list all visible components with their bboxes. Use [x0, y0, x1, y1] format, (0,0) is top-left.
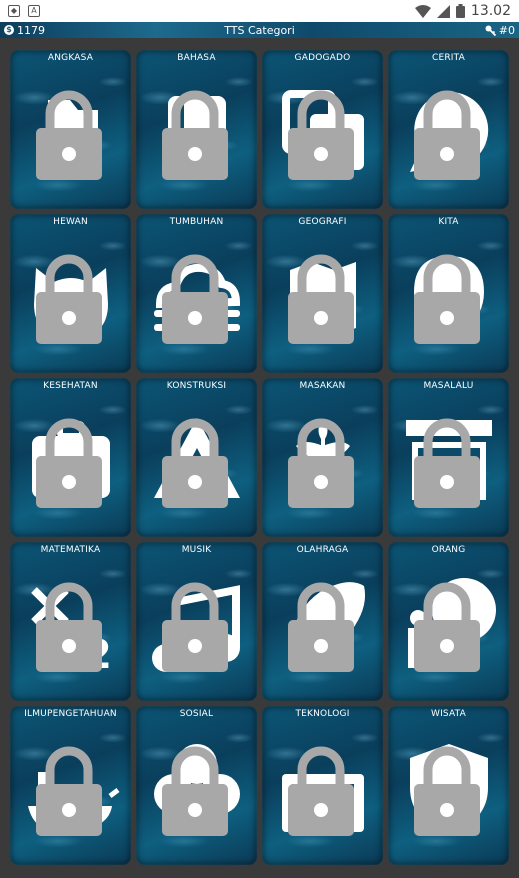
category-tile-masalalu[interactable]: MASALALU	[388, 378, 509, 537]
font-icon: A	[28, 5, 40, 17]
lock-icon	[288, 254, 354, 344]
category-tile-ilmupengetahuan[interactable]: ILMUPENGETAHUAN	[10, 706, 131, 865]
category-label: TUMBUHAN	[169, 217, 224, 227]
wifi-icon	[414, 4, 431, 18]
shield-icon: ◆	[8, 5, 20, 17]
clock: 13.02	[470, 3, 511, 19]
coin-value: 1179	[17, 23, 45, 37]
category-label: MASALALU	[423, 381, 474, 391]
category-label: GEOGRAFI	[298, 217, 347, 227]
lock-icon	[36, 90, 102, 180]
category-label: OLAHRAGA	[296, 545, 349, 555]
lock-icon	[414, 582, 480, 672]
category-tile-matematika[interactable]: MATEMATIKA2	[10, 542, 131, 701]
lock-icon	[288, 418, 354, 508]
category-tile-geografi[interactable]: GEOGRAFI	[262, 214, 383, 373]
category-grid: ANGKASA BAHASA GADOGADO CERITA HEWAN TUMBUHAN…	[10, 50, 510, 865]
lock-icon	[36, 418, 102, 508]
category-tile-sosial[interactable]: SOSIAL	[136, 706, 257, 865]
category-label: MATEMATIKA	[40, 545, 101, 555]
category-tile-angkasa[interactable]: ANGKASA	[10, 50, 131, 209]
category-tile-konstruksi[interactable]: KONSTRUKSI	[136, 378, 257, 537]
category-label: GADOGADO	[294, 53, 351, 63]
lock-icon	[162, 90, 228, 180]
category-label: WISATA	[430, 709, 467, 719]
category-label: SOSIAL	[179, 709, 214, 719]
lock-icon	[414, 254, 480, 344]
category-tile-hewan[interactable]: HEWAN	[10, 214, 131, 373]
category-label: KITA	[438, 217, 459, 227]
coin-icon: $	[4, 25, 14, 35]
category-label: ANGKASA	[47, 53, 94, 63]
category-label: TEKNOLOGI	[295, 709, 350, 719]
lock-icon	[414, 418, 480, 508]
category-tile-wisata[interactable]: WISATA	[388, 706, 509, 865]
category-tile-masakan[interactable]: MASAKAN	[262, 378, 383, 537]
status-bar: ◆ A 13.02	[0, 0, 519, 22]
category-tile-olahraga[interactable]: OLAHRAGA	[262, 542, 383, 701]
lock-icon	[162, 254, 228, 344]
category-tile-musik[interactable]: MUSIK	[136, 542, 257, 701]
app-bar: $ 1179 TTS Categori #0	[0, 22, 519, 38]
key-counter[interactable]: #0	[485, 24, 515, 37]
key-icon	[485, 25, 496, 36]
category-label: BAHASA	[177, 53, 216, 63]
category-label: KESEHATAN	[43, 381, 98, 391]
lock-icon	[288, 746, 354, 836]
signal-icon	[436, 4, 450, 18]
coin-counter: $ 1179	[4, 24, 45, 37]
category-label: MASAKAN	[299, 381, 346, 391]
category-label: ILMUPENGETAHUAN	[24, 709, 117, 719]
lock-icon	[36, 582, 102, 672]
category-tile-gadogado[interactable]: GADOGADO	[262, 50, 383, 209]
category-tile-bahasa[interactable]: BAHASA	[136, 50, 257, 209]
page-title: TTS Categori	[224, 23, 295, 37]
category-tile-kita[interactable]: KITA	[388, 214, 509, 373]
lock-icon	[162, 418, 228, 508]
battery-icon	[455, 4, 465, 18]
category-tile-orang[interactable]: ORANG	[388, 542, 509, 701]
lock-icon	[162, 582, 228, 672]
lock-icon	[414, 90, 480, 180]
lock-icon	[288, 582, 354, 672]
category-tile-cerita[interactable]: CERITA	[388, 50, 509, 209]
lock-icon	[36, 254, 102, 344]
lock-icon	[162, 746, 228, 836]
lock-icon	[288, 90, 354, 180]
category-tile-teknologi[interactable]: TEKNOLOGI	[262, 706, 383, 865]
category-label: HEWAN	[53, 217, 88, 227]
category-label: KONSTRUKSI	[166, 381, 227, 391]
lock-icon	[414, 746, 480, 836]
lock-icon	[36, 746, 102, 836]
category-label: MUSIK	[181, 545, 212, 555]
category-label: CERITA	[431, 53, 466, 63]
category-tile-kesehatan[interactable]: KESEHATAN	[10, 378, 131, 537]
category-label: ORANG	[431, 545, 466, 555]
category-tile-tumbuhan[interactable]: TUMBUHAN	[136, 214, 257, 373]
key-value: #0	[498, 23, 515, 37]
